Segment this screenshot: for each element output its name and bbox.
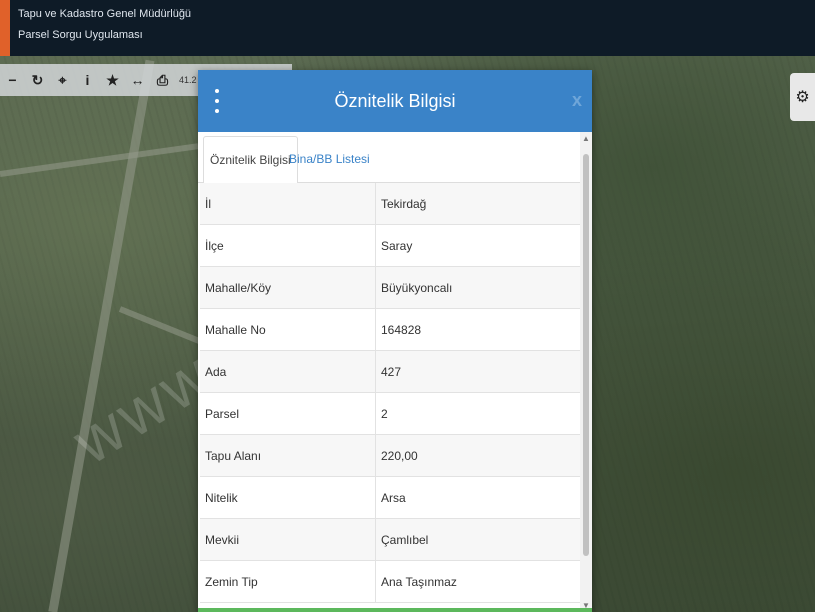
star-icon[interactable]: ★ <box>100 64 125 96</box>
row-value: 427 <box>375 350 580 393</box>
dialog-header: Öznitelik Bilgisi x <box>198 70 592 132</box>
table-row: Mahalle No 164828 <box>200 308 580 351</box>
kebab-menu-icon[interactable] <box>210 89 224 113</box>
table-row: İl Tekirdağ <box>200 183 580 225</box>
close-button[interactable]: x <box>572 90 582 111</box>
gear-icon[interactable]: ⚙ <box>790 73 815 121</box>
row-key: Zemin Tip <box>200 560 376 603</box>
coordinate-readout: 41.2 <box>179 75 197 85</box>
row-value: 2 <box>375 392 580 435</box>
locate-icon[interactable]: ⌖ <box>50 64 75 96</box>
row-key: Nitelik <box>200 476 376 519</box>
row-value: 164828 <box>375 308 580 351</box>
info-icon[interactable]: i <box>75 64 100 96</box>
row-key: Mevkii <box>200 518 376 561</box>
map-road <box>0 143 199 177</box>
row-value: 220,00 <box>375 434 580 477</box>
attribute-table: İl Tekirdağ İlçe Saray Mahalle/Köy Büyükyon… <box>200 183 580 603</box>
row-value: Çamlıbel <box>375 518 580 561</box>
refresh-icon[interactable]: ↻ <box>25 64 50 96</box>
row-key: Mahalle/Köy <box>200 266 376 309</box>
table-row: Nitelik Arsa <box>200 476 580 519</box>
row-value: Arsa <box>375 476 580 519</box>
row-key: İl <box>200 183 376 225</box>
dialog-title: Öznitelik Bilgisi <box>334 91 456 111</box>
print-icon[interactable]: ⎙ <box>150 64 175 96</box>
table-row: Tapu Alanı 220,00 <box>200 434 580 477</box>
row-value: Tekirdağ <box>375 183 580 225</box>
row-value: Büyükyoncalı <box>375 266 580 309</box>
table-row: Mevkii Çamlıbel <box>200 518 580 561</box>
table-row: Ada 427 <box>200 350 580 393</box>
scroll-up-icon[interactable]: ▲ <box>582 134 590 143</box>
dialog-scrollbar[interactable]: ▲ ▼ <box>580 132 592 612</box>
attribute-dialog: Öznitelik Bilgisi x Öznitelik Bilgisi Bi… <box>198 70 592 612</box>
row-key: İlçe <box>200 224 376 267</box>
row-key: Parsel <box>200 392 376 435</box>
dialog-tabs: Öznitelik Bilgisi Bina/BB Listesi <box>198 132 580 184</box>
row-key: Mahalle No <box>200 308 376 351</box>
tab-building-list[interactable]: Bina/BB Listesi <box>283 136 376 182</box>
row-value: Ana Taşınmaz <box>375 560 580 603</box>
org-name: Tapu ve Kadastro Genel Müdürlüğü <box>18 8 192 20</box>
dialog-footer-bar <box>198 608 592 612</box>
row-key: Tapu Alanı <box>200 434 376 477</box>
row-value: Saray <box>375 224 580 267</box>
table-row: Zemin Tip Ana Taşınmaz <box>200 560 580 603</box>
header-accent <box>0 0 10 56</box>
app-name: Parsel Sorgu Uygulaması <box>18 29 143 41</box>
table-row: Parsel 2 <box>200 392 580 435</box>
app-header: Tapu ve Kadastro Genel Müdürlüğü Parsel … <box>0 0 815 56</box>
table-row: Mahalle/Köy Büyükyoncalı <box>200 266 580 309</box>
minus-icon[interactable]: − <box>0 64 25 96</box>
table-row: İlçe Saray <box>200 224 580 267</box>
measure-icon[interactable]: ↔ <box>125 64 150 96</box>
scroll-thumb[interactable] <box>583 154 589 556</box>
map-road <box>48 59 155 612</box>
row-key: Ada <box>200 350 376 393</box>
